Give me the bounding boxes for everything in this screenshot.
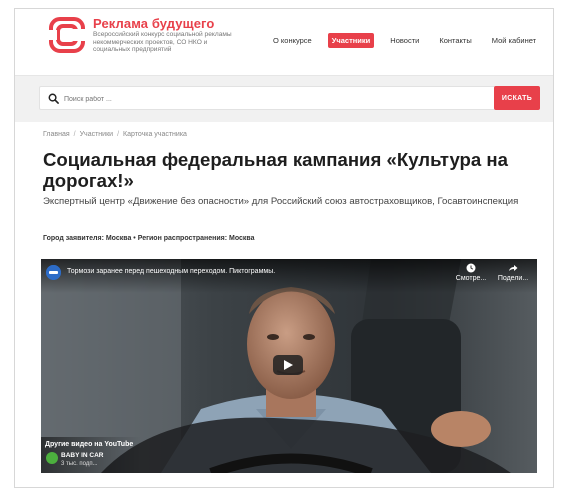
breadcrumb: Главная / Участники / Карточка участника [43,131,187,138]
search-input[interactable] [62,90,486,108]
watch-later-label: Смотре... [455,275,487,282]
breadcrumb-home[interactable]: Главная [43,131,70,138]
watch-later-button[interactable]: Смотре... [451,263,491,282]
nav-item-participants[interactable]: Участники [327,32,375,48]
channel-logo-icon [46,265,61,280]
video-player[interactable]: Тормози заранее перед пешеходным переход… [41,259,537,473]
more-videos-link[interactable]: Другие видео на YouTube [45,441,133,448]
search-box[interactable] [39,86,515,110]
site-header: Реклама будущего Всероссийский конкурс с… [15,9,553,75]
clock-icon [466,263,476,273]
logo-icon[interactable] [49,17,85,53]
share-button[interactable]: Подели... [493,263,533,282]
nav-item-contacts[interactable]: Контакты [435,33,475,48]
channel-name[interactable]: BABY IN CAR [61,452,104,459]
breadcrumb-participants[interactable]: Участники [80,131,113,138]
page-subtitle: Экспертный центр «Движение без опасности… [43,196,519,207]
share-icon [509,265,518,271]
page-frame: Реклама будущего Всероссийский конкурс с… [14,8,554,488]
search-icon [48,93,59,104]
page-title: Социальная федеральная кампания «Культур… [43,149,508,191]
breadcrumb-separator: / [73,131,76,138]
brand-title[interactable]: Реклама будущего [93,16,214,31]
play-button[interactable] [273,355,303,375]
share-label: Подели... [497,275,529,282]
breadcrumb-current: Карточка участника [123,131,187,138]
nav-item-about[interactable]: О конкурсе [269,33,316,48]
search-button[interactable]: ИСКАТЬ [494,86,540,110]
search-bar: ИСКАТЬ [15,76,553,122]
nav-item-news[interactable]: Новости [386,33,423,48]
participant-meta: Город заявителя: Москва • Регион распрос… [43,235,255,242]
nav-item-my-account[interactable]: Мой кабинет [488,33,540,48]
breadcrumb-separator: / [117,131,120,138]
brand-subtitle: Всероссийский конкурс социальной рекламы… [93,31,232,54]
video-title[interactable]: Тормози заранее перед пешеходным переход… [67,268,275,275]
main-nav: О конкурсе Участники Новости Контакты Мо… [269,31,552,49]
play-icon [284,360,293,370]
channel-avatar[interactable] [46,265,61,280]
baby-in-car-logo-icon[interactable] [46,452,58,464]
channel-subscribers: 3 тыс. подп... [61,461,98,467]
